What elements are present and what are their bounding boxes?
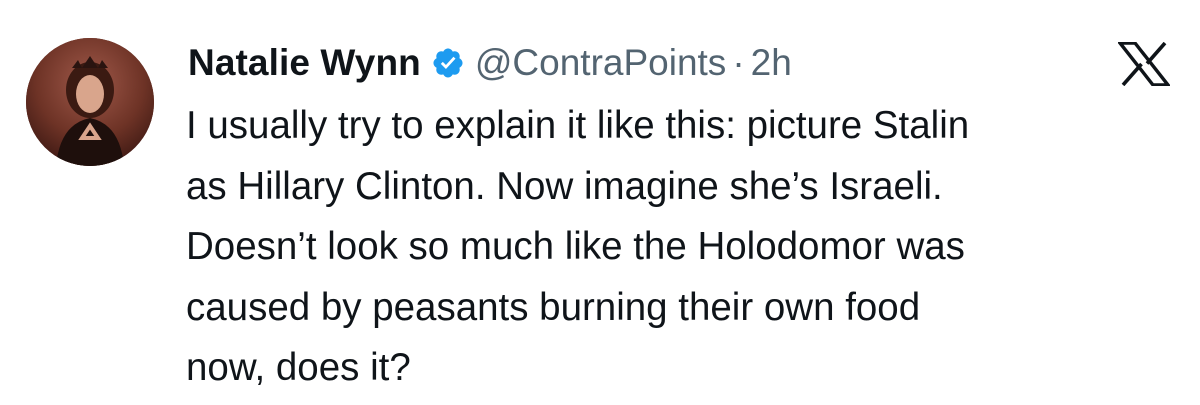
x-logo-icon [1116,41,1172,87]
avatar[interactable] [26,38,154,166]
tweet-text-line: I usually try to explain it like this: p… [186,104,970,147]
timestamp[interactable]: 2h [751,42,792,84]
tweet-text-line: caused by peasants burning their own foo… [186,285,921,329]
tweet-header: Natalie Wynn @ContraPoints · 2h [188,38,792,88]
profile-photo-icon [26,38,154,166]
separator-dot: · [732,42,745,83]
tweet-text-line: Doesn’t look so much like the Holodomor … [186,225,965,268]
author-name[interactable]: Natalie Wynn [188,42,421,84]
verified-badge-icon [431,46,465,80]
tweet-text-line: as Hillary Clinton. Now imagine she’s Is… [186,164,943,208]
tweet-text: I usually try to explain it like this: p… [186,96,1176,399]
tweet-card: Natalie Wynn @ContraPoints · 2h I usuall… [0,0,1200,405]
tweet-text-line: now, does it? [186,346,411,389]
author-handle[interactable]: @ContraPoints [475,42,726,84]
